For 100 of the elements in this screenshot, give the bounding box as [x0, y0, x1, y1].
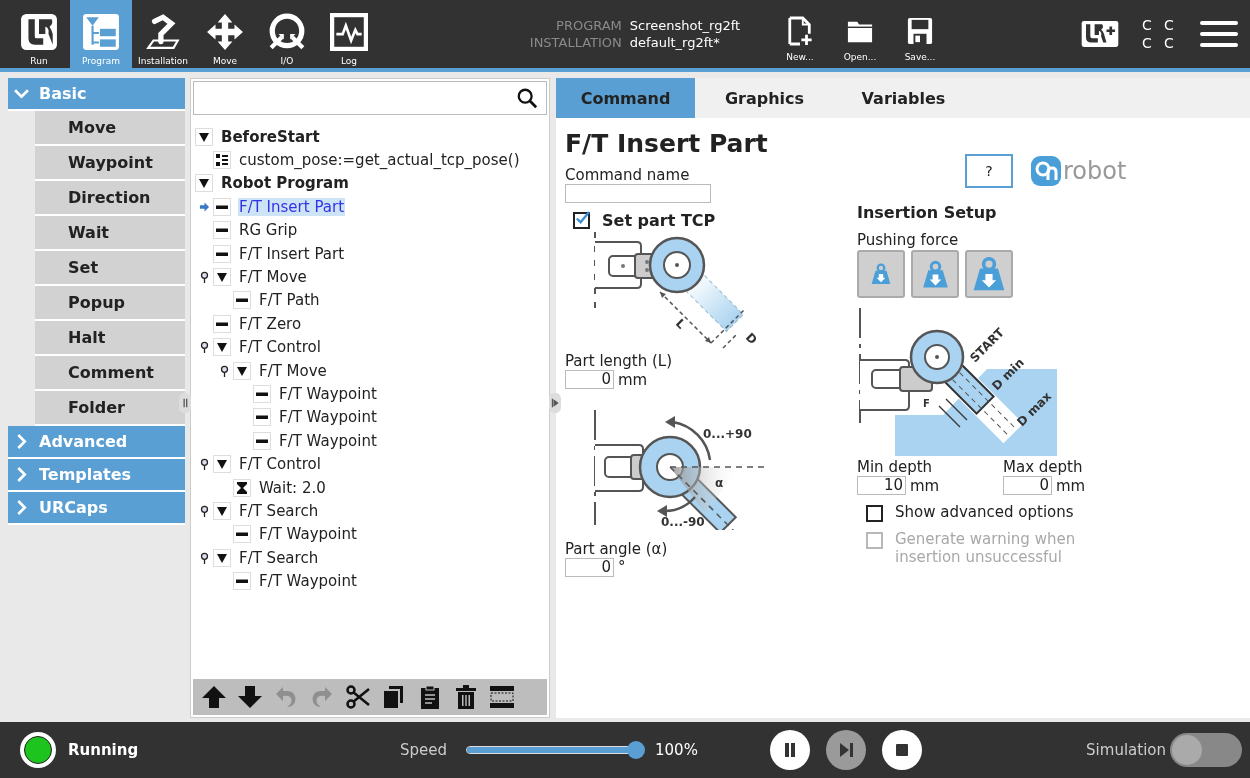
command-item[interactable]: Folder	[35, 391, 185, 426]
speed-value: 100%	[655, 741, 698, 759]
hourglass-icon	[233, 478, 251, 497]
search-icon	[516, 87, 538, 109]
checkbox[interactable]	[573, 212, 590, 229]
stop-button[interactable]	[882, 730, 922, 770]
nav-tab[interactable]: Installation	[132, 0, 194, 68]
command-node-icon	[213, 197, 231, 216]
program-node[interactable]: F/T Waypoint	[258, 572, 358, 591]
depth-label: F	[923, 398, 930, 409]
checkbox-label: Generate warning when insertion unsuccessful	[895, 530, 1077, 566]
min-depth-field[interactable]: 10	[857, 476, 906, 495]
tab[interactable]: Variables	[834, 78, 973, 118]
weight-icon	[870, 263, 892, 285]
part-angle-field[interactable]: 0	[565, 558, 614, 577]
command-name-field[interactable]	[565, 184, 711, 203]
nav-tab[interactable]: Log	[318, 0, 380, 68]
log-chart-icon	[330, 13, 368, 51]
new-file-button[interactable]: New...	[770, 0, 830, 68]
max-depth-field[interactable]: 0	[1003, 476, 1052, 495]
command-node-icon	[213, 221, 231, 240]
command-item[interactable]: Halt	[35, 321, 185, 356]
program-node[interactable]: F/T Move	[258, 361, 328, 380]
pin-icon	[198, 341, 210, 354]
program-node[interactable]: F/T Waypoint	[278, 385, 378, 403]
nav-tab[interactable]: Run	[8, 0, 70, 68]
program-node[interactable]: custom_pose:=get_actual_tcp_pose()	[238, 151, 521, 170]
dimension-label: L	[672, 316, 689, 332]
force-level-button[interactable]	[911, 250, 959, 298]
program-node[interactable]: Robot Program	[220, 174, 350, 193]
command-node-icon	[253, 385, 271, 403]
slider-thumb[interactable]	[627, 741, 646, 759]
unit-label: mm	[910, 476, 940, 495]
splitter-handle-icon[interactable]	[549, 392, 561, 414]
nav-tab[interactable]: Move	[194, 0, 256, 68]
part-length-field[interactable]: 0	[565, 370, 614, 389]
program-tree-icon	[82, 13, 120, 51]
program-node[interactable]: Wait: 2.0	[258, 478, 327, 497]
program-node[interactable]: RG Grip	[238, 221, 299, 240]
checkbox[interactable]	[866, 505, 883, 522]
section-title: Insertion Setup	[857, 203, 997, 222]
installation-name: default_rg2ft*	[629, 35, 721, 50]
command-item[interactable]: Direction	[35, 181, 185, 216]
tab[interactable]: Graphics	[695, 78, 834, 118]
speed-label: Speed	[400, 741, 448, 759]
program-node[interactable]: F/T Waypoint	[278, 408, 378, 427]
program-node[interactable]: F/T Path	[258, 291, 321, 310]
urcaps-logo-icon	[1080, 20, 1120, 48]
simulation-toggle[interactable]	[1170, 733, 1242, 767]
pause-button[interactable]	[770, 730, 810, 770]
command-node-icon	[233, 572, 251, 591]
assignment-icon	[213, 151, 231, 170]
program-node[interactable]: F/T Move	[238, 268, 308, 287]
nav-tab[interactable]: I/O	[256, 0, 318, 68]
program-node[interactable]: F/T Control	[238, 338, 322, 357]
program-node[interactable]: BeforeStart	[220, 127, 321, 146]
open-file-button[interactable]: Open...	[830, 0, 890, 68]
move-arrows-icon	[206, 13, 244, 51]
logo-text: robot	[1063, 157, 1127, 185]
command-item[interactable]: Waypoint	[35, 146, 185, 181]
onrobot-logo-icon	[1031, 156, 1061, 186]
program-node[interactable]: F/T Search	[238, 548, 320, 567]
pin-icon	[198, 271, 210, 284]
command-item[interactable]: Move	[35, 111, 185, 146]
unit-label: °	[618, 558, 626, 576]
program-node[interactable]: F/T Control	[238, 455, 322, 474]
unit-label: mm	[1056, 476, 1086, 495]
simulation-label: Simulation	[1086, 741, 1166, 759]
command-title: F/T Insert Part	[565, 128, 768, 160]
command-item[interactable]: Popup	[35, 286, 185, 321]
checkbox-label: Show advanced options	[895, 503, 1075, 521]
robot-status-icon[interactable]	[20, 732, 56, 768]
program-node[interactable]: F/T Search	[238, 501, 320, 520]
status-letter: C	[1142, 35, 1153, 51]
command-item[interactable]: Set	[35, 251, 185, 286]
tab[interactable]: Command	[556, 78, 695, 118]
command-item[interactable]: Comment	[35, 356, 185, 391]
field-label: Part angle (α)	[565, 540, 668, 558]
pin-icon	[198, 504, 210, 517]
command-node-icon	[253, 431, 271, 450]
status-letter: C	[1142, 17, 1153, 33]
field-label: Command name	[565, 166, 690, 184]
current-line-arrow-icon	[198, 200, 210, 213]
program-node[interactable]: F/T Insert Part	[238, 197, 345, 216]
io-ring-icon	[268, 13, 306, 51]
program-node[interactable]: F/T Insert Part	[238, 244, 345, 263]
save-file-button[interactable]: Save...	[890, 0, 950, 68]
command-item[interactable]: Wait	[35, 216, 185, 251]
program-node[interactable]: F/T Waypoint	[278, 431, 378, 450]
help-button[interactable]: ?	[965, 154, 1013, 188]
program-node[interactable]: F/T Zero	[238, 314, 303, 333]
pin-icon	[198, 551, 210, 564]
menu-icon[interactable]	[1200, 19, 1238, 49]
weight-icon	[971, 256, 1007, 292]
pin-icon	[218, 364, 230, 377]
force-level-button[interactable]	[965, 250, 1013, 298]
program-node[interactable]: F/T Waypoint	[258, 525, 358, 544]
search-field[interactable]	[193, 81, 547, 115]
installation-label: INSTALLATION	[528, 35, 622, 50]
angle-label: α	[715, 476, 724, 490]
